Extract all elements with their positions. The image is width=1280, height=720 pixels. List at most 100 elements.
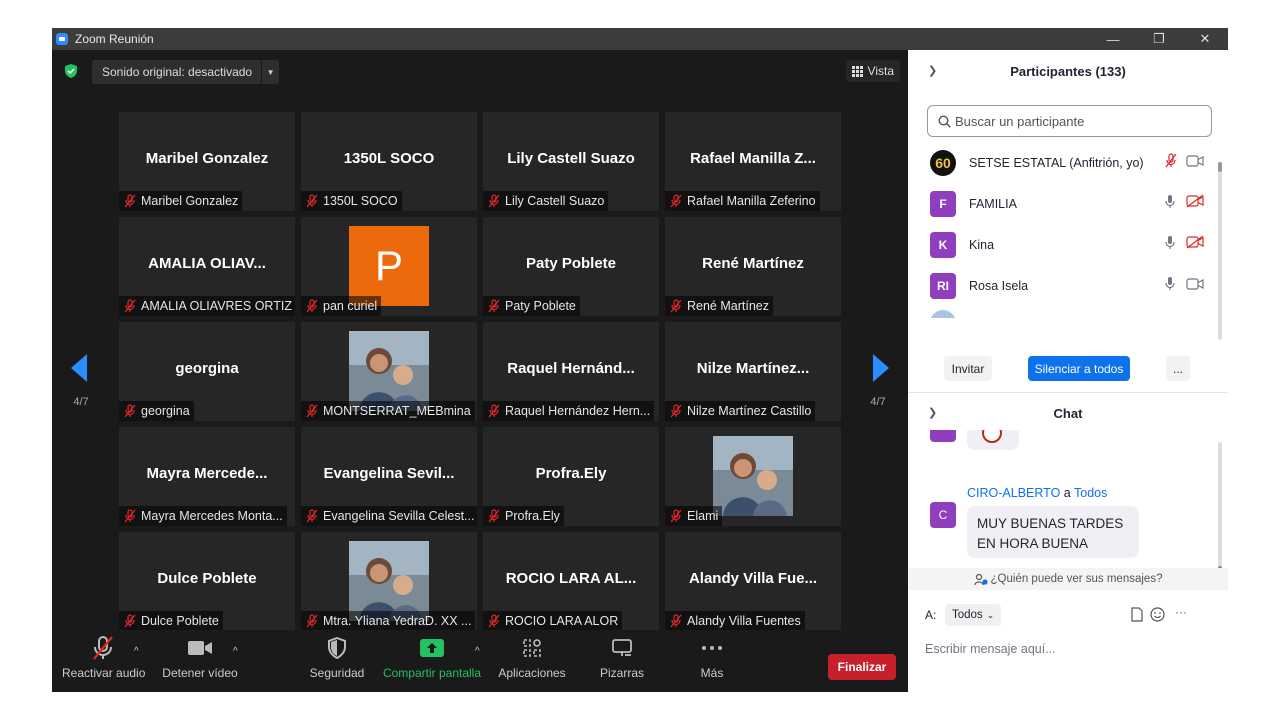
participant-display-name: georgina (175, 360, 239, 377)
minimize-button[interactable]: — (1090, 28, 1136, 50)
end-meeting-button[interactable]: Finalizar (828, 654, 896, 680)
participant-tile[interactable]: Raquel Hernánd... Raquel Hernández Hern..… (483, 322, 659, 421)
chevron-down-icon: ⌄ (986, 609, 995, 620)
encryption-shield-icon[interactable] (64, 64, 78, 78)
mic-icon[interactable] (1164, 194, 1176, 214)
participant-name-text: pan curiel (323, 299, 378, 313)
file-icon[interactable] (1131, 607, 1143, 622)
chat-message-input[interactable]: Escribir mensaje aquí... (925, 642, 1056, 656)
participant-row[interactable]: F FAMILIA (908, 183, 1218, 224)
camera-off-icon[interactable] (1186, 194, 1204, 213)
participant-row[interactable]: K Kina (908, 224, 1218, 265)
invite-button[interactable]: Invitar (944, 356, 992, 381)
muted-mic-icon (670, 194, 682, 208)
window-title: Zoom Reunión (75, 32, 154, 46)
participant-search-input[interactable]: Buscar un participante (927, 105, 1212, 137)
view-button[interactable]: Vista (845, 60, 900, 82)
restore-button[interactable]: ❐ (1136, 28, 1182, 50)
video-options-caret[interactable]: ^ (233, 646, 238, 657)
previous-sender-avatar (930, 430, 956, 442)
participant-name-label: MONTSERRAT_MEBmina (301, 401, 475, 421)
participant-row[interactable]: 60 SETSE ESTATAL (Anfitrión, yo) (908, 142, 1218, 183)
participant-display-name: Maribel Gonzalez (145, 150, 269, 167)
stop-video-button[interactable]: Detener vídeo (160, 630, 240, 692)
participant-row[interactable]: RI Rosa Isela (908, 265, 1218, 306)
participant-tile[interactable]: georgina georgina (119, 322, 295, 421)
next-page-arrow-icon[interactable] (873, 354, 889, 382)
muted-mic-icon[interactable] (1164, 152, 1178, 173)
to-label: A: (925, 608, 937, 622)
recipient-select[interactable]: Todos ⌄ (945, 604, 1002, 626)
original-sound-label: Sonido original: desactivado (102, 65, 253, 79)
participant-tile[interactable]: Ppan curiel (301, 217, 477, 316)
participant-tile[interactable]: Nilze Martínez... Nilze Martínez Castillo (665, 322, 841, 421)
participant-tile[interactable]: Mtra. Yliana YedraD. XX ... (301, 532, 477, 631)
more-button[interactable]: Más (692, 630, 732, 692)
chat-more-button[interactable]: ··· (1175, 605, 1187, 619)
participant-name-label: pan curiel (301, 296, 382, 316)
share-options-caret[interactable]: ^ (475, 646, 480, 657)
participant-tile[interactable]: 1350L SOCO 1350L SOCO (301, 112, 477, 211)
emoji-icon[interactable] (1150, 607, 1165, 622)
camera-off-icon[interactable] (1186, 235, 1204, 254)
participant-tile[interactable]: Elami (665, 427, 841, 526)
participant-avatar: RI (930, 272, 956, 299)
participant-tile[interactable]: Maribel Gonzalez Maribel Gonzalez (119, 112, 295, 211)
participant-display-name: Dulce Poblete (157, 570, 257, 587)
previous-message-bubble (967, 430, 1019, 450)
sender-name[interactable]: CIRO-ALBERTO (967, 486, 1060, 500)
camera-icon[interactable] (1186, 277, 1204, 295)
audio-options-caret[interactable]: ^ (134, 646, 139, 657)
whiteboards-button[interactable]: Pizarras (592, 630, 652, 692)
muted-mic-icon (306, 299, 318, 313)
stop-video-label: Detener vídeo (162, 666, 238, 680)
participant-tile[interactable]: ROCIO LARA AL... ROCIO LARA ALOR (483, 532, 659, 631)
chat-title: Chat (1053, 406, 1083, 421)
share-screen-label: Compartir pantalla (382, 666, 482, 680)
participant-tile[interactable]: Alandy Villa Fue... Alandy Villa Fuentes (665, 532, 841, 631)
who-can-see-messages-link[interactable]: ¿Quién puede ver sus mensajes? (908, 568, 1228, 590)
participant-tile[interactable]: Lily Castell Suazo Lily Castell Suazo (483, 112, 659, 211)
whiteboard-icon (612, 639, 632, 656)
participant-name-label: Paty Poblete (483, 296, 580, 316)
participant-name-label: Nilze Martínez Castillo (665, 401, 816, 421)
camera-icon[interactable] (1186, 154, 1204, 172)
participant-tile[interactable]: Evangelina Sevil... Evangelina Sevilla Ce… (301, 427, 477, 526)
participant-name-label: Maribel Gonzalez (119, 191, 243, 211)
apps-button[interactable]: Aplicaciones (495, 630, 569, 692)
page-indicator-left: 4/7 (73, 396, 89, 408)
mic-icon[interactable] (1164, 276, 1176, 296)
share-screen-arrow-icon (420, 639, 444, 657)
muted-mic-icon (488, 404, 500, 418)
participant-list: 60 SETSE ESTATAL (Anfitrión, yo) F FAMILIA K… (908, 142, 1220, 318)
participant-tile[interactable]: Paty Poblete Paty Poblete (483, 217, 659, 316)
participant-name-text: MONTSERRAT_MEBmina (323, 404, 471, 418)
participant-tile[interactable]: MONTSERRAT_MEBmina (301, 322, 477, 421)
muted-mic-icon (124, 404, 136, 418)
unmute-audio-button[interactable]: Reactivar audio (62, 630, 145, 692)
participant-tile[interactable]: Rafael Manilla Z... Rafael Manilla Zeferi… (665, 112, 841, 211)
participant-avatar: F (930, 190, 956, 217)
chat-scrollbar[interactable] (1218, 442, 1222, 578)
mic-icon[interactable] (1164, 235, 1176, 255)
participant-list-scrollbar[interactable] (1218, 162, 1222, 340)
message-bubble[interactable]: MUY BUENAS TARDES EN HORA BUENA (967, 506, 1139, 558)
participant-name-text: ROCIO LARA ALOR (505, 614, 619, 628)
participants-more-button[interactable]: ... (1166, 356, 1190, 381)
participant-tile[interactable]: Mayra Mercede... Mayra Mercedes Monta... (119, 427, 295, 526)
participant-tile[interactable]: AMALIA OLIAV... AMALIA OLIAVRES ORTIZ (119, 217, 295, 316)
share-screen-button[interactable]: Compartir pantalla (382, 630, 482, 692)
participant-tile[interactable]: René Martínez René Martínez (665, 217, 841, 316)
previous-page-arrow-icon[interactable] (71, 354, 87, 382)
muted-mic-icon (306, 509, 318, 523)
close-button[interactable]: ✕ (1182, 28, 1228, 50)
security-button[interactable]: Seguridad (302, 630, 372, 692)
participant-tile[interactable]: Dulce Poblete Dulce Poblete (119, 532, 295, 631)
participant-name-text: Dulce Poblete (141, 614, 219, 628)
chevron-down-icon[interactable]: ▼ (261, 60, 279, 84)
participant-name-label: Profra.Ely (483, 506, 564, 526)
original-sound-toggle[interactable]: Sonido original: desactivado ▼ (92, 60, 280, 84)
participant-tile[interactable]: Profra.Ely Profra.Ely (483, 427, 659, 526)
mute-all-button[interactable]: Silenciar a todos (1028, 356, 1130, 381)
participant-video-thumbnail (349, 541, 429, 621)
